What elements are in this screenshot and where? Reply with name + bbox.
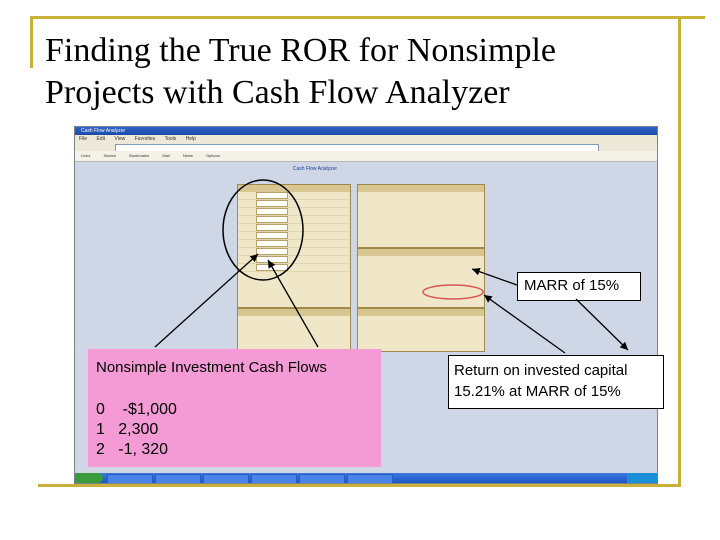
window-title: Cash Flow Analyzer <box>81 128 126 134</box>
cash-flow-input[interactable] <box>256 248 288 256</box>
taskbar-item[interactable] <box>203 474 249 483</box>
system-tray <box>627 473 657 483</box>
bookmark-item[interactable]: News <box>183 153 193 158</box>
marr-callout: MARR of 15% <box>517 272 641 301</box>
cash-flow-input[interactable] <box>256 200 288 208</box>
menu-help[interactable]: Help <box>186 136 196 142</box>
address-bar <box>75 143 657 152</box>
cash-flow-row-2: 2 -1, 320 <box>96 441 169 458</box>
table-row <box>238 264 350 272</box>
start-button[interactable] <box>75 473 103 483</box>
title-line-2: Projects with Cash Flow Analyzer <box>45 74 510 111</box>
table-row <box>238 216 350 224</box>
taskbar <box>75 473 657 483</box>
table-row <box>238 200 350 208</box>
plot-panel <box>357 308 485 352</box>
panel-header <box>358 249 484 256</box>
menu-favorites[interactable]: Favorites <box>135 136 156 142</box>
cash-flow-input[interactable] <box>256 264 288 272</box>
taskbar-item[interactable] <box>347 474 393 483</box>
rate-of-return-panel <box>357 248 485 308</box>
bookmark-item[interactable]: Links <box>81 153 90 158</box>
app-header: Cash Flow Analyzer <box>225 166 405 172</box>
table-row <box>238 232 350 240</box>
cash-flows-callout: Nonsimple Investment Cash Flows 0 -$1,00… <box>88 349 381 467</box>
cash-flow-input-panel <box>237 184 351 308</box>
bookmark-item[interactable]: Bookmarks <box>129 153 149 158</box>
cash-flow-row-1: 1 2,300 <box>96 421 159 438</box>
ror-text: Return on invested capital 15.21% at MAR… <box>454 360 627 402</box>
table-row <box>238 256 350 264</box>
title-accent-bar <box>30 16 33 68</box>
cash-flow-input[interactable] <box>256 208 288 216</box>
slide-title: Finding the True ROR for Nonsimple Proje… <box>45 30 665 114</box>
cash-flow-input[interactable] <box>256 192 288 200</box>
panel-header <box>358 309 484 316</box>
cash-flow-input[interactable] <box>256 224 288 232</box>
table-row <box>238 224 350 232</box>
top-border <box>30 16 705 19</box>
right-border <box>678 16 681 486</box>
cash-flow-row-0: 0 -$1,000 <box>96 401 177 418</box>
cash-flow-input[interactable] <box>256 256 288 264</box>
bookmarks-bar: Links Search Bookmarks Mail News Options <box>75 151 657 162</box>
taskbar-item[interactable] <box>299 474 345 483</box>
taskbar-item[interactable] <box>155 474 201 483</box>
table-row <box>238 240 350 248</box>
menu-edit[interactable]: Edit <box>96 136 105 142</box>
cash-flow-input[interactable] <box>256 240 288 248</box>
title-line-1: Finding the True ROR for Nonsimple <box>45 32 556 69</box>
marr-label: MARR of 15% <box>524 277 620 294</box>
ror-line-1: Return on invested capital <box>454 362 628 379</box>
ror-line-2: 15.21% at MARR of 15% <box>454 383 621 400</box>
bookmark-item[interactable]: Options <box>206 153 220 158</box>
panel-header <box>358 185 484 192</box>
equivalent-worth-panel <box>357 184 485 248</box>
menu-bar: File Edit View Favorites Tools Help <box>75 135 657 143</box>
cash-flow-input[interactable] <box>256 232 288 240</box>
taskbar-item[interactable] <box>251 474 297 483</box>
panel-header <box>238 185 350 192</box>
app-title: Cash Flow Analyzer <box>292 166 338 172</box>
bottom-border <box>38 484 681 487</box>
window-titlebar: Cash Flow Analyzer <box>75 127 657 135</box>
menu-view[interactable]: View <box>114 136 125 142</box>
table-row <box>238 208 350 216</box>
loan-data-panel <box>237 308 351 352</box>
callout-title: Nonsimple Investment Cash Flows <box>96 359 327 376</box>
table-row <box>238 248 350 256</box>
menu-tools[interactable]: Tools <box>165 136 177 142</box>
ror-callout: Return on invested capital 15.21% at MAR… <box>448 355 664 409</box>
cash-flow-input[interactable] <box>256 216 288 224</box>
table-row <box>238 192 350 200</box>
panel-header <box>238 309 350 316</box>
taskbar-item[interactable] <box>107 474 153 483</box>
bookmark-item[interactable]: Mail <box>162 153 169 158</box>
menu-file[interactable]: File <box>79 136 87 142</box>
bookmark-item[interactable]: Search <box>103 153 116 158</box>
